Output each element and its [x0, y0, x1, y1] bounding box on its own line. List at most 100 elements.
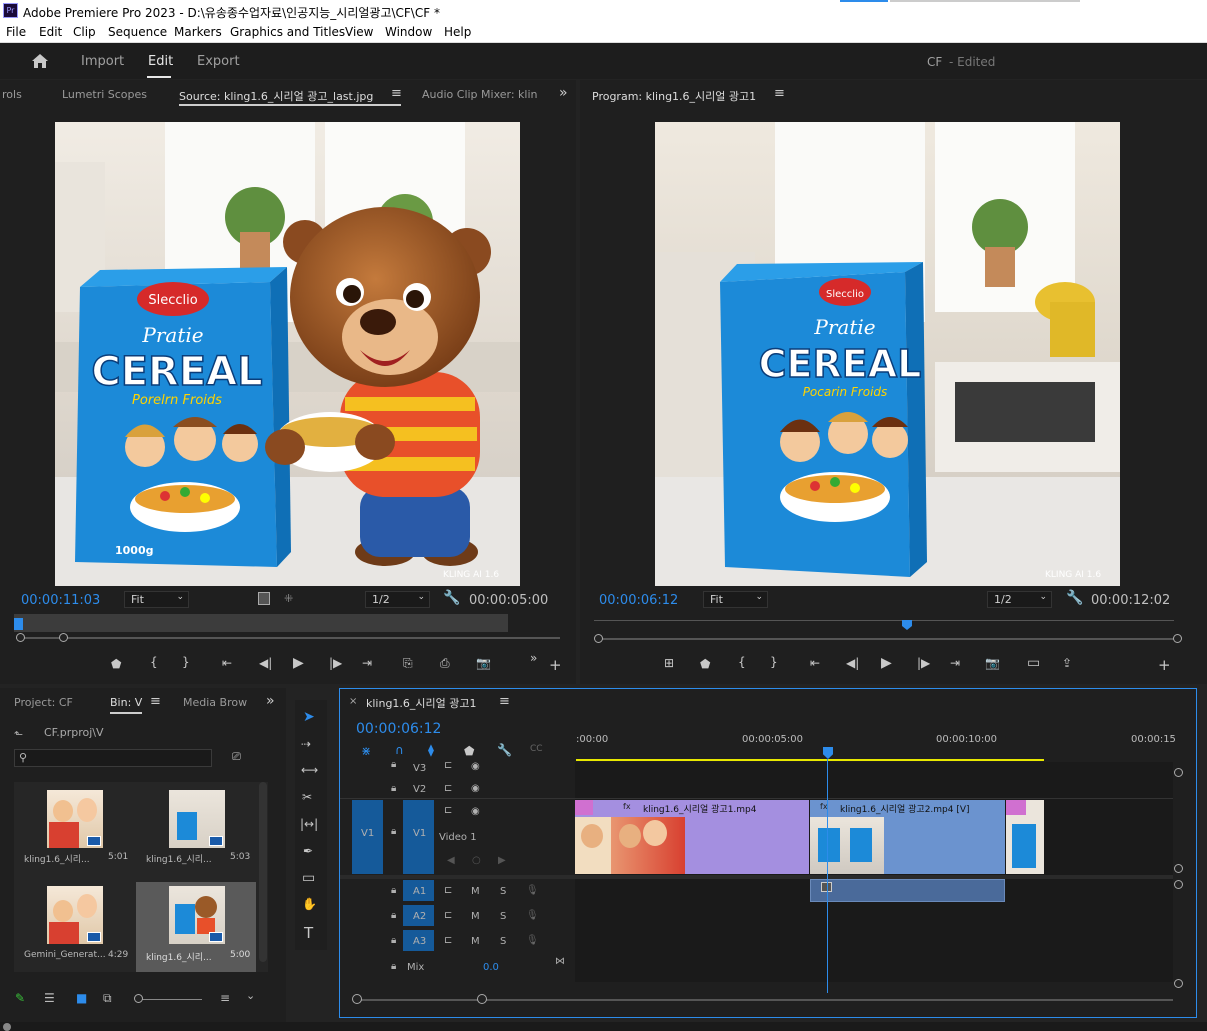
- mute-a2[interactable]: M: [471, 911, 480, 922]
- sync-lock-icon[interactable]: ⊏: [444, 935, 452, 946]
- step-back-icon[interactable]: ◀|: [846, 656, 859, 670]
- menu-window[interactable]: Window: [385, 25, 432, 39]
- jump-icon[interactable]: ⋈: [555, 956, 565, 967]
- keyframe-prev-icon[interactable]: ◀: [447, 855, 455, 866]
- eye-icon[interactable]: ◉: [471, 761, 480, 772]
- source-playhead[interactable]: [14, 618, 23, 630]
- program-zoom-handle-left[interactable]: [594, 634, 603, 643]
- settings-icon[interactable]: [258, 592, 270, 605]
- clip-thumb-4[interactable]: [169, 886, 225, 944]
- ripple-edit-tool-icon[interactable]: ⟷: [301, 763, 318, 777]
- clip-thumb-2[interactable]: [169, 790, 225, 848]
- pencil-icon[interactable]: ✎: [15, 991, 25, 1005]
- bin-scrollbar[interactable]: [259, 782, 267, 962]
- captions-icon[interactable]: CC: [530, 744, 543, 754]
- program-zoom-handle-right[interactable]: [1173, 634, 1182, 643]
- go-to-in-icon[interactable]: ⇤: [222, 656, 232, 670]
- source-zoom-handle-left[interactable]: [16, 633, 25, 642]
- v-scroll-handle-top[interactable]: [1174, 768, 1183, 777]
- go-to-out-icon[interactable]: ⇥: [362, 656, 372, 670]
- video-clip-2[interactable]: fx kling1.6_시리얼 광고2.mp4 [V]: [810, 800, 1005, 874]
- slip-tool-icon[interactable]: |↔|: [300, 817, 318, 831]
- tab-media-browser[interactable]: Media Brow: [183, 696, 247, 709]
- menu-edit[interactable]: Edit: [39, 25, 62, 39]
- audio-clip-1[interactable]: [810, 879, 1005, 902]
- hamburger-icon[interactable]: ≡: [499, 694, 510, 709]
- mark-in-icon[interactable]: {: [150, 655, 158, 669]
- wrench-icon[interactable]: 🔧: [497, 743, 512, 757]
- program-playhead[interactable]: [902, 620, 912, 630]
- source-zoom-handle-right[interactable]: [59, 633, 68, 642]
- program-video-frame[interactable]: Slecclio Pratie CEREAL Pocarin Froids KL…: [655, 122, 1120, 586]
- program-resolution-dropdown[interactable]: 1/2 ⌄: [987, 591, 1052, 608]
- menu-help[interactable]: Help: [444, 25, 471, 39]
- linked-selection-icon[interactable]: ⧫: [428, 743, 434, 757]
- microphone-icon[interactable]: 🎙︎: [526, 885, 539, 896]
- video-clip-3[interactable]: [1006, 800, 1044, 874]
- icon-view-icon[interactable]: ■: [76, 991, 87, 1005]
- list-view-icon[interactable]: ☰: [44, 991, 55, 1005]
- source-timecode[interactable]: 00:00:11:03: [21, 593, 100, 608]
- v-scroll-handle-mid[interactable]: [1174, 864, 1183, 873]
- go-to-out-icon[interactable]: ⇥: [950, 656, 960, 670]
- solo-a3[interactable]: S: [500, 936, 506, 947]
- hand-tool-icon[interactable]: ✋: [302, 897, 317, 911]
- close-icon[interactable]: ×: [349, 696, 357, 707]
- zoom-slider-handle[interactable]: [134, 994, 143, 1003]
- eye-icon[interactable]: ◉: [471, 783, 480, 794]
- tab-controls[interactable]: rols: [2, 88, 22, 101]
- source-resolution-dropdown[interactable]: 1/2 ⌄: [365, 591, 430, 608]
- lock-icon[interactable]: 🔒︎: [391, 759, 396, 770]
- wrench-icon[interactable]: 🔧: [1066, 590, 1083, 606]
- add-marker-icon[interactable]: ⬟: [111, 657, 121, 671]
- home-icon[interactable]: [31, 53, 49, 69]
- mark-in-icon[interactable]: {: [738, 655, 746, 669]
- add-button-icon[interactable]: +: [1158, 656, 1171, 674]
- sync-lock-icon[interactable]: ⊏: [444, 760, 452, 771]
- menu-markers[interactable]: Markers: [174, 25, 222, 39]
- pen-tool-icon[interactable]: ✒: [303, 844, 313, 858]
- sync-lock-icon[interactable]: ⊏: [444, 805, 452, 816]
- mix-volume[interactable]: 0.0: [483, 962, 499, 973]
- tab-source[interactable]: Source: kling1.6_시리얼 광고_last.jpg: [179, 88, 373, 104]
- sort-icon[interactable]: ≡: [220, 991, 230, 1005]
- keyframe-next-icon[interactable]: ▶: [498, 855, 506, 866]
- sequence-tab[interactable]: kling1.6_시리얼 광고1: [366, 695, 477, 711]
- solo-a2[interactable]: S: [500, 911, 506, 922]
- clip-thumb-3[interactable]: [47, 886, 103, 944]
- timeline-ruler[interactable]: [575, 733, 1195, 761]
- tab-audio-clip-mixer[interactable]: Audio Clip Mixer: kling: [422, 88, 538, 101]
- microphone-icon[interactable]: 🎙︎: [526, 910, 539, 921]
- safe-margins-icon[interactable]: ⁜: [284, 592, 293, 605]
- source-zoom-bar[interactable]: [16, 637, 560, 639]
- panel-overflow-icon[interactable]: »: [559, 85, 568, 101]
- eye-icon[interactable]: ◉: [471, 806, 480, 817]
- clip-thumb-1[interactable]: [47, 790, 103, 848]
- source-fit-dropdown[interactable]: Fit ⌄: [124, 591, 189, 608]
- play-icon[interactable]: ▶: [881, 655, 892, 671]
- selection-tool-icon[interactable]: ➤: [303, 709, 315, 725]
- sync-lock-icon[interactable]: ⊏: [444, 783, 452, 794]
- program-title[interactable]: Program: kling1.6_시리얼 광고1: [592, 88, 756, 104]
- type-tool-icon[interactable]: T: [304, 924, 313, 942]
- lock-icon[interactable]: 🔒︎: [391, 783, 396, 794]
- lock-icon[interactable]: 🔒︎: [391, 935, 396, 946]
- wrench-icon[interactable]: 🔧: [443, 590, 460, 606]
- hamburger-icon[interactable]: ≡: [150, 694, 161, 709]
- step-forward-icon[interactable]: |▶: [329, 656, 342, 670]
- mark-out-icon[interactable]: }: [182, 655, 190, 669]
- add-marker-icon[interactable]: ⬟: [464, 744, 474, 758]
- menu-clip[interactable]: Clip: [73, 25, 96, 39]
- tab-edit[interactable]: Edit: [148, 54, 173, 69]
- tab-import[interactable]: Import: [81, 54, 124, 69]
- magnet-icon[interactable]: ∩: [395, 743, 404, 757]
- timeline-timecode[interactable]: 00:00:06:12: [356, 721, 441, 737]
- lock-icon[interactable]: 🔒︎: [391, 910, 396, 921]
- lock-icon[interactable]: 🔒︎: [391, 885, 396, 896]
- chevron-down-icon[interactable]: ⌄: [246, 989, 255, 1002]
- sync-lock-icon[interactable]: ⊏: [444, 910, 452, 921]
- menu-graphics[interactable]: Graphics and Titles: [230, 25, 345, 39]
- hamburger-icon[interactable]: ≡: [391, 86, 402, 101]
- menu-sequence[interactable]: Sequence: [108, 25, 167, 39]
- hamburger-icon[interactable]: ≡: [774, 86, 785, 101]
